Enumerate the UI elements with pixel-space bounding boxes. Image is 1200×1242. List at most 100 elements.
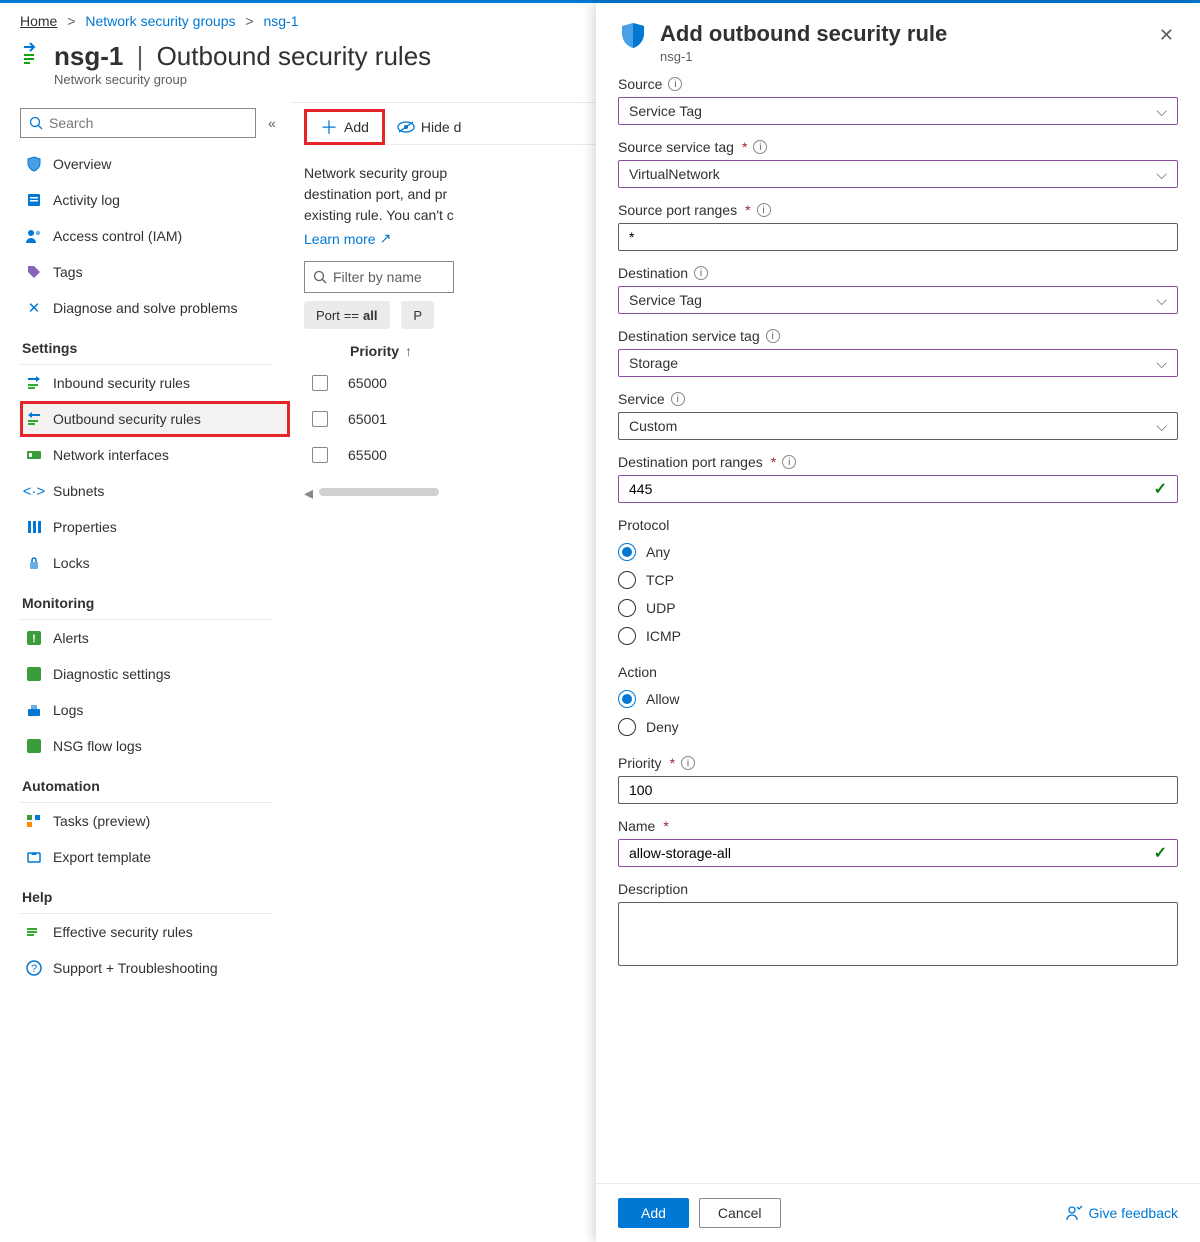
protocol-icmp[interactable]: ICMP (618, 622, 1178, 650)
label-description: Description (618, 881, 688, 897)
sidebar-item-diagnostic[interactable]: Diagnostic settings (20, 656, 290, 692)
sidebar-item-tasks[interactable]: Tasks (preview) (20, 803, 290, 839)
priority-input[interactable] (618, 776, 1178, 804)
effective-icon (25, 923, 43, 941)
chevron-down-icon: ⌵ (1156, 355, 1167, 372)
label-destination: Destination (618, 265, 688, 281)
info-icon[interactable]: i (766, 329, 780, 343)
page-title-name: nsg-1 (54, 41, 123, 71)
panel-title: Add outbound security rule (660, 21, 947, 47)
action-allow[interactable]: Allow (618, 685, 1178, 713)
dest-tag-select[interactable]: Storage⌵ (618, 349, 1178, 377)
sidebar-collapse-button[interactable]: « (268, 115, 276, 131)
people-icon (25, 227, 43, 245)
support-icon: ? (25, 959, 43, 977)
row-checkbox[interactable] (312, 375, 328, 391)
learn-more-link[interactable]: Learn more ↗ (304, 230, 391, 247)
panel-footer: Add Cancel Give feedback (596, 1183, 1200, 1242)
feedback-icon (1065, 1205, 1083, 1221)
info-icon[interactable]: i (753, 140, 767, 154)
tasks-icon (25, 812, 43, 830)
scroll-left-icon[interactable]: ◂ (304, 483, 313, 504)
protocol-any[interactable]: Any (618, 538, 1178, 566)
sidebar-item-effective[interactable]: Effective security rules (20, 914, 290, 950)
inbound-icon (25, 374, 43, 392)
source-select[interactable]: Service Tag⌵ (618, 97, 1178, 125)
shield-icon (618, 21, 648, 51)
rules-description: Network security group destination port,… (304, 145, 464, 230)
sidebar-item-overview[interactable]: Overview (20, 146, 290, 182)
sidebar-search-input[interactable] (49, 115, 247, 131)
sidebar-item-subnets[interactable]: <·>Subnets (20, 473, 290, 509)
close-icon[interactable]: ✕ (1155, 21, 1178, 50)
breadcrumb-groups[interactable]: Network security groups (85, 13, 235, 29)
description-textarea[interactable] (618, 902, 1178, 966)
name-input[interactable]: ✓ (618, 839, 1178, 867)
sidebar-item-properties[interactable]: Properties (20, 509, 290, 545)
sidebar-item-inbound[interactable]: Inbound security rules (20, 365, 290, 401)
sidebar-item-iam[interactable]: Access control (IAM) (20, 218, 290, 254)
diagnostic-icon (25, 665, 43, 683)
give-feedback-link[interactable]: Give feedback (1065, 1205, 1179, 1221)
sidebar-item-logs[interactable]: Logs (20, 692, 290, 728)
sort-asc-icon: ↑ (405, 343, 412, 359)
chevron-down-icon: ⌵ (1156, 166, 1167, 183)
sidebar-item-outbound[interactable]: Outbound security rules (20, 401, 290, 437)
sidebar-item-alerts[interactable]: !Alerts (20, 620, 290, 656)
protocol-tcp[interactable]: TCP (618, 566, 1178, 594)
label-service: Service (618, 391, 665, 407)
info-icon[interactable]: i (694, 266, 708, 280)
sidebar-group-monitoring: Monitoring (20, 581, 272, 620)
logs-icon (25, 701, 43, 719)
label-source-ports: Source port ranges (618, 202, 737, 218)
info-icon[interactable]: i (668, 77, 682, 91)
protocol-udp[interactable]: UDP (618, 594, 1178, 622)
sidebar-item-support[interactable]: ?Support + Troubleshooting (20, 950, 290, 986)
page-title-section: Outbound security rules (157, 41, 432, 71)
export-icon (25, 848, 43, 866)
info-icon[interactable]: i (681, 756, 695, 770)
row-checkbox[interactable] (312, 447, 328, 463)
info-icon[interactable]: i (782, 455, 796, 469)
sidebar-item-export[interactable]: Export template (20, 839, 290, 875)
filter-by-name[interactable]: Filter by name (304, 261, 454, 293)
shield-icon (25, 155, 43, 173)
label-dest-tag: Destination service tag (618, 328, 760, 344)
sidebar-item-nics[interactable]: Network interfaces (20, 437, 290, 473)
info-icon[interactable]: i (671, 392, 685, 406)
sidebar-item-diagnose[interactable]: ✕Diagnose and solve problems (20, 290, 290, 326)
dest-ports-input[interactable]: ✓ (618, 475, 1178, 503)
sidebar-item-tags[interactable]: Tags (20, 254, 290, 290)
external-link-icon: ↗ (380, 230, 392, 247)
tag-icon (25, 263, 43, 281)
add-button[interactable]: ＋Add (304, 109, 385, 145)
source-ports-input[interactable] (618, 223, 1178, 251)
filter-pill-port[interactable]: Port==all (304, 301, 390, 329)
label-priority: Priority (618, 755, 662, 771)
sidebar-search[interactable] (20, 108, 256, 138)
filter-pill-extra[interactable]: P (401, 301, 434, 329)
source-tag-select[interactable]: VirtualNetwork⌵ (618, 160, 1178, 188)
outbound-icon (25, 410, 43, 428)
breadcrumb-home[interactable]: Home (20, 13, 57, 29)
add-rule-button[interactable]: Add (618, 1198, 689, 1228)
alert-icon: ! (25, 629, 43, 647)
info-icon[interactable]: i (757, 203, 771, 217)
breadcrumb-item[interactable]: nsg-1 (263, 13, 298, 29)
destination-select[interactable]: Service Tag⌵ (618, 286, 1178, 314)
panel-subtitle: nsg-1 (660, 49, 947, 64)
search-icon (29, 116, 43, 130)
check-icon: ✓ (1154, 843, 1167, 863)
hide-defaults-button[interactable]: Hide d (385, 109, 473, 145)
action-deny[interactable]: Deny (618, 713, 1178, 741)
sidebar-item-locks[interactable]: Locks (20, 545, 290, 581)
sidebar-item-activity-log[interactable]: Activity log (20, 182, 290, 218)
service-select[interactable]: Custom⌵ (618, 412, 1178, 440)
subnets-icon: <·> (25, 482, 43, 500)
horizontal-scrollbar[interactable] (319, 488, 439, 496)
row-checkbox[interactable] (312, 411, 328, 427)
sidebar-item-flowlogs[interactable]: NSG flow logs (20, 728, 290, 764)
nic-icon (25, 446, 43, 464)
svg-text:?: ? (31, 963, 37, 975)
cancel-button[interactable]: Cancel (699, 1198, 781, 1228)
